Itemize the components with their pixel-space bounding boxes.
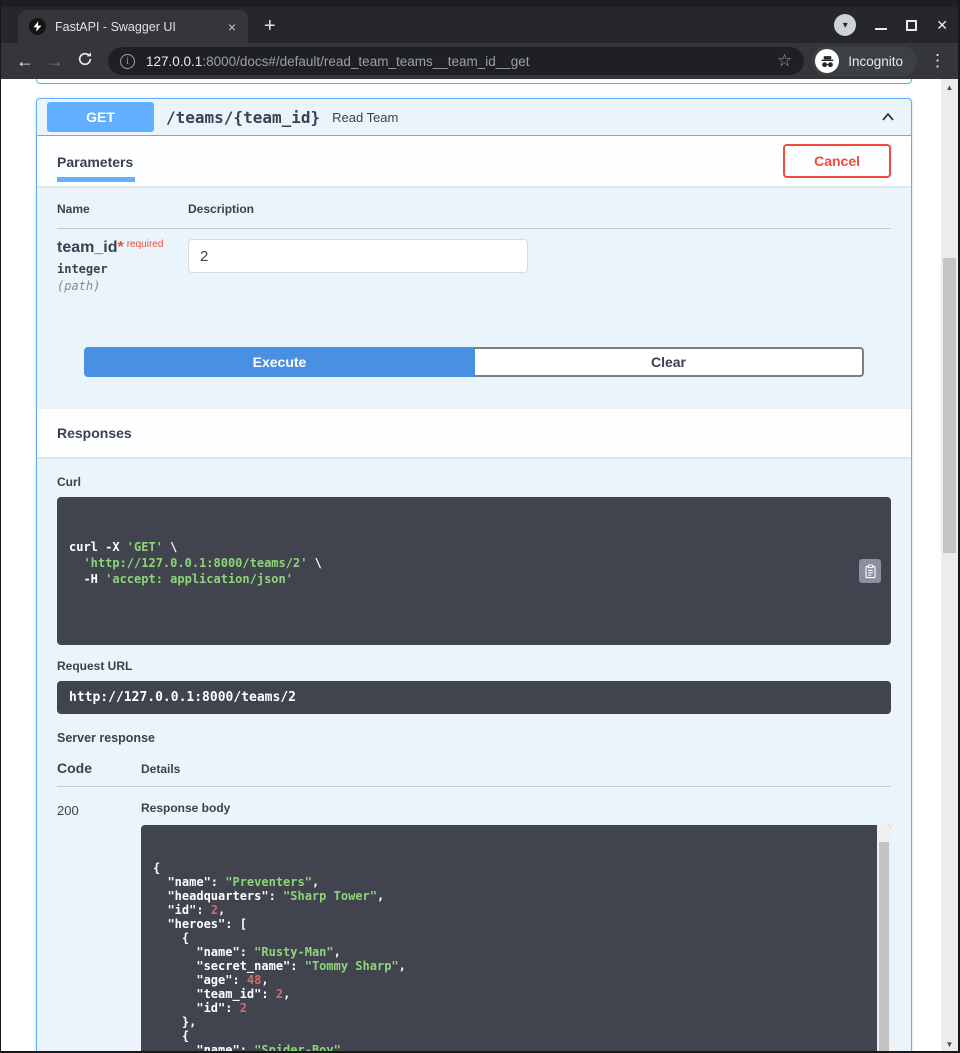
page-scrollbar-thumb[interactable] xyxy=(943,258,956,553)
incognito-badge: Incognito xyxy=(812,46,917,76)
address-bar[interactable]: i 127.0.0.1:8000/docs#/default/read_team… xyxy=(108,47,804,75)
required-asterisk: * xyxy=(117,239,123,256)
forward-button[interactable]: → xyxy=(40,51,70,72)
bookmark-star-icon[interactable]: ☆ xyxy=(777,51,792,71)
browser-update-icon[interactable]: ▾ xyxy=(834,14,856,36)
parameter-row: team_id*required integer (path) xyxy=(57,229,891,293)
parameter-name-cell: team_id*required integer (path) xyxy=(57,239,188,293)
opblock-header[interactable]: GET /teams/{team_id} Read Team xyxy=(37,99,911,136)
response-body-label: Response body xyxy=(141,801,891,815)
response-row: 200 Response body { "name": "Preventers"… xyxy=(57,787,891,1053)
cancel-button[interactable]: Cancel xyxy=(783,144,891,178)
responses-title: Responses xyxy=(57,425,132,441)
window-border-left xyxy=(0,0,1,1053)
request-url-label: Request URL xyxy=(57,659,891,673)
request-url-value: http://127.0.0.1:8000/teams/2 xyxy=(57,681,891,714)
tab-bar: FastAPI - Swagger UI × + ▾ ✕ xyxy=(0,7,960,43)
maximize-button[interactable] xyxy=(906,20,917,31)
url-host: 127.0.0.1 xyxy=(146,54,202,69)
description-column-header: Description xyxy=(188,202,254,216)
operation-summary: Read Team xyxy=(332,110,398,125)
site-info-icon[interactable]: i xyxy=(120,54,135,69)
opblock-get-teams: GET /teams/{team_id} Read Team Parameter… xyxy=(36,98,912,1053)
browser-menu-icon[interactable]: ⋮ xyxy=(929,51,946,71)
parameters-section-header: Parameters Cancel xyxy=(37,136,911,186)
url-text[interactable]: 127.0.0.1:8000/docs#/default/read_team_t… xyxy=(146,54,769,69)
status-code: 200 xyxy=(57,801,141,1053)
response-table-header: Code Details xyxy=(57,760,891,787)
new-tab-button[interactable]: + xyxy=(264,15,276,38)
curl-command: curl -X 'GET' \ 'http://127.0.0.1:8000/t… xyxy=(69,539,845,587)
responses-section-header: Responses xyxy=(37,409,911,457)
parameter-name: team_id*required xyxy=(57,239,188,257)
team-id-input[interactable] xyxy=(188,239,528,273)
tab-title: FastAPI - Swagger UI xyxy=(55,20,224,34)
parameters-table-header: Name Description xyxy=(57,202,891,229)
fastapi-favicon-icon xyxy=(29,18,46,35)
page-scroll-down-icon[interactable]: ▼ xyxy=(941,1040,958,1049)
curl-label: Curl xyxy=(57,475,891,489)
tab-close-icon[interactable]: × xyxy=(224,19,240,35)
minimize-button[interactable] xyxy=(875,28,887,30)
code-column-header: Code xyxy=(57,760,141,776)
server-response-label: Server response xyxy=(57,731,891,745)
browser-toolbar: ← → i 127.0.0.1:8000/docs#/default/read_… xyxy=(0,43,960,79)
response-body-json: { "name": "Preventers", "headquarters": … xyxy=(153,861,865,1053)
window-frame xyxy=(0,0,960,7)
responses-body: Curl curl -X 'GET' \ 'http://127.0.0.1:8… xyxy=(37,457,911,1053)
clear-button[interactable]: Clear xyxy=(475,347,864,377)
previous-opblock-edge xyxy=(36,79,912,84)
window-controls: ▾ ✕ xyxy=(834,14,948,36)
page-scroll-up-icon[interactable]: ▲ xyxy=(941,83,958,92)
page-content: GET /teams/{team_id} Read Team Parameter… xyxy=(0,79,960,1053)
name-column-header: Name xyxy=(57,202,188,216)
incognito-icon xyxy=(815,49,839,73)
operation-path: /teams/{team_id} xyxy=(166,108,320,127)
tab-parameters[interactable]: Parameters xyxy=(57,146,135,182)
response-body-block[interactable]: { "name": "Preventers", "headquarters": … xyxy=(141,825,891,1053)
method-badge: GET xyxy=(47,102,154,132)
window-close-button[interactable]: ✕ xyxy=(936,18,948,32)
reload-button[interactable] xyxy=(70,51,100,72)
url-path: :8000/docs#/default/read_team_teams__tea… xyxy=(202,54,529,69)
curl-command-block: curl -X 'GET' \ 'http://127.0.0.1:8000/t… xyxy=(57,497,891,645)
browser-tab[interactable]: FastAPI - Swagger UI × xyxy=(18,10,248,43)
page-scrollbar[interactable]: ▲ ▼ xyxy=(941,79,958,1053)
response-scrollbar-thumb[interactable] xyxy=(879,842,889,1053)
parameters-table: Name Description team_id*required intege… xyxy=(37,186,911,377)
incognito-label: Incognito xyxy=(848,54,903,69)
required-label: required xyxy=(127,239,164,250)
response-body-scrollbar[interactable]: ▲ xyxy=(877,825,891,1053)
execute-button[interactable]: Execute xyxy=(84,347,475,377)
copy-to-clipboard-button[interactable] xyxy=(859,559,881,583)
parameter-description-cell xyxy=(188,239,528,293)
collapse-chevron-icon[interactable] xyxy=(879,108,897,126)
response-details-cell: Response body { "name": "Preventers", "h… xyxy=(141,801,891,1053)
browser-window: FastAPI - Swagger UI × + ▾ ✕ ← → i 127.0… xyxy=(0,0,960,1053)
details-column-header: Details xyxy=(141,762,180,776)
back-button[interactable]: ← xyxy=(10,51,40,72)
parameter-location: (path) xyxy=(57,279,188,293)
parameter-type: integer xyxy=(57,262,188,276)
execute-row: Execute Clear xyxy=(84,347,864,377)
